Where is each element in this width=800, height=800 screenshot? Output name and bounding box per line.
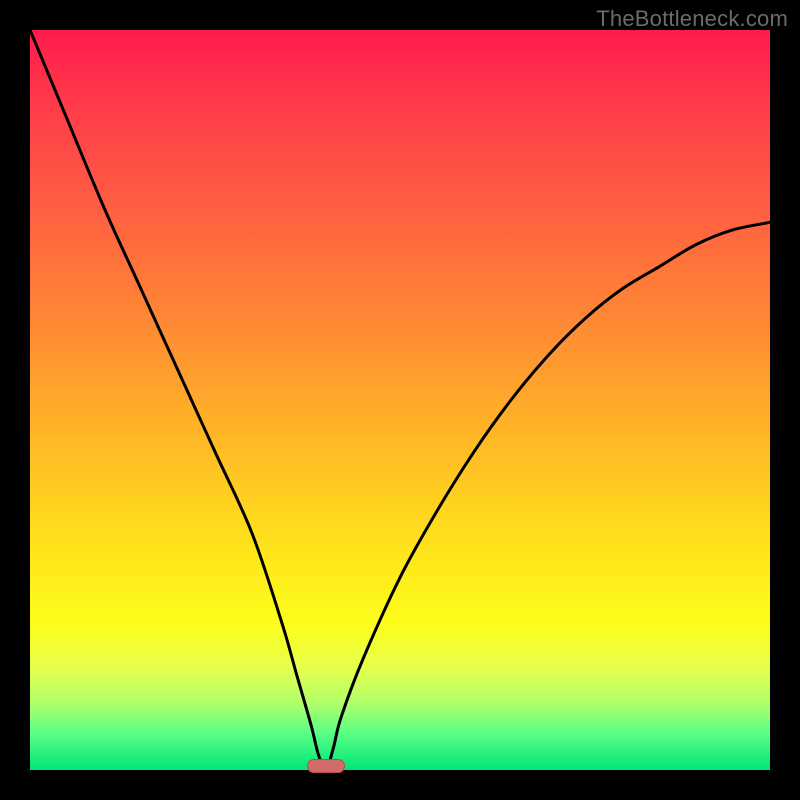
- bottleneck-curve: [30, 30, 770, 770]
- minimum-marker: [307, 759, 345, 773]
- curve-svg: [30, 30, 770, 770]
- outer-frame: TheBottleneck.com: [0, 0, 800, 800]
- plot-area: [30, 30, 770, 770]
- watermark-text: TheBottleneck.com: [596, 6, 788, 32]
